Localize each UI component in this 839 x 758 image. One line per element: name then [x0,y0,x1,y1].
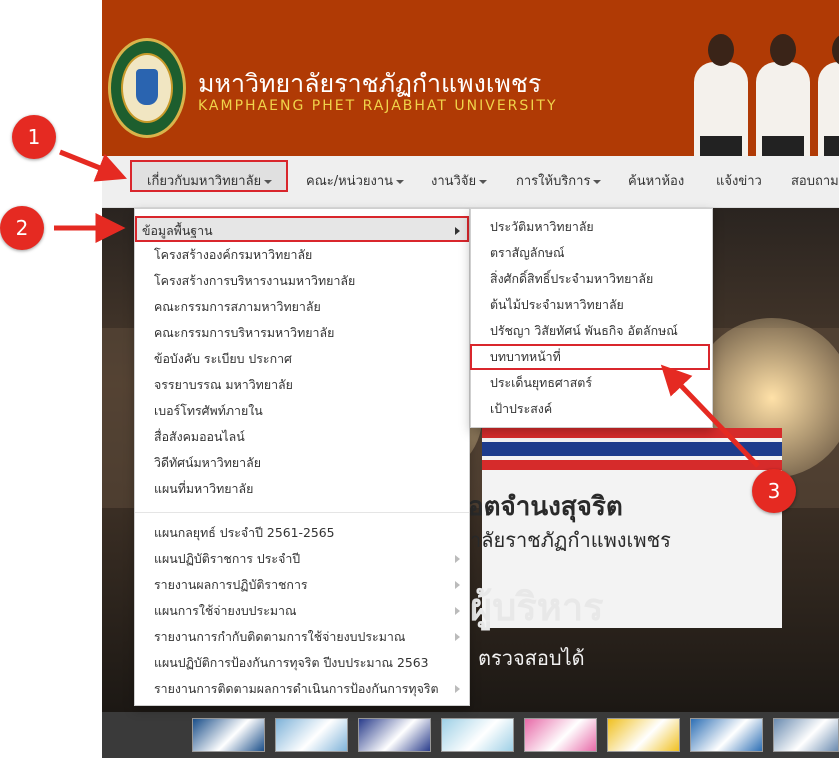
step-badge-1: 1 [12,115,56,159]
step-badge-3: 3 [752,469,796,513]
annotation-arrows [54,149,760,468]
step-badge-2: 2 [0,206,44,250]
annotation-arrow-1 [59,149,127,182]
annotation-arrow-3 [660,364,760,468]
